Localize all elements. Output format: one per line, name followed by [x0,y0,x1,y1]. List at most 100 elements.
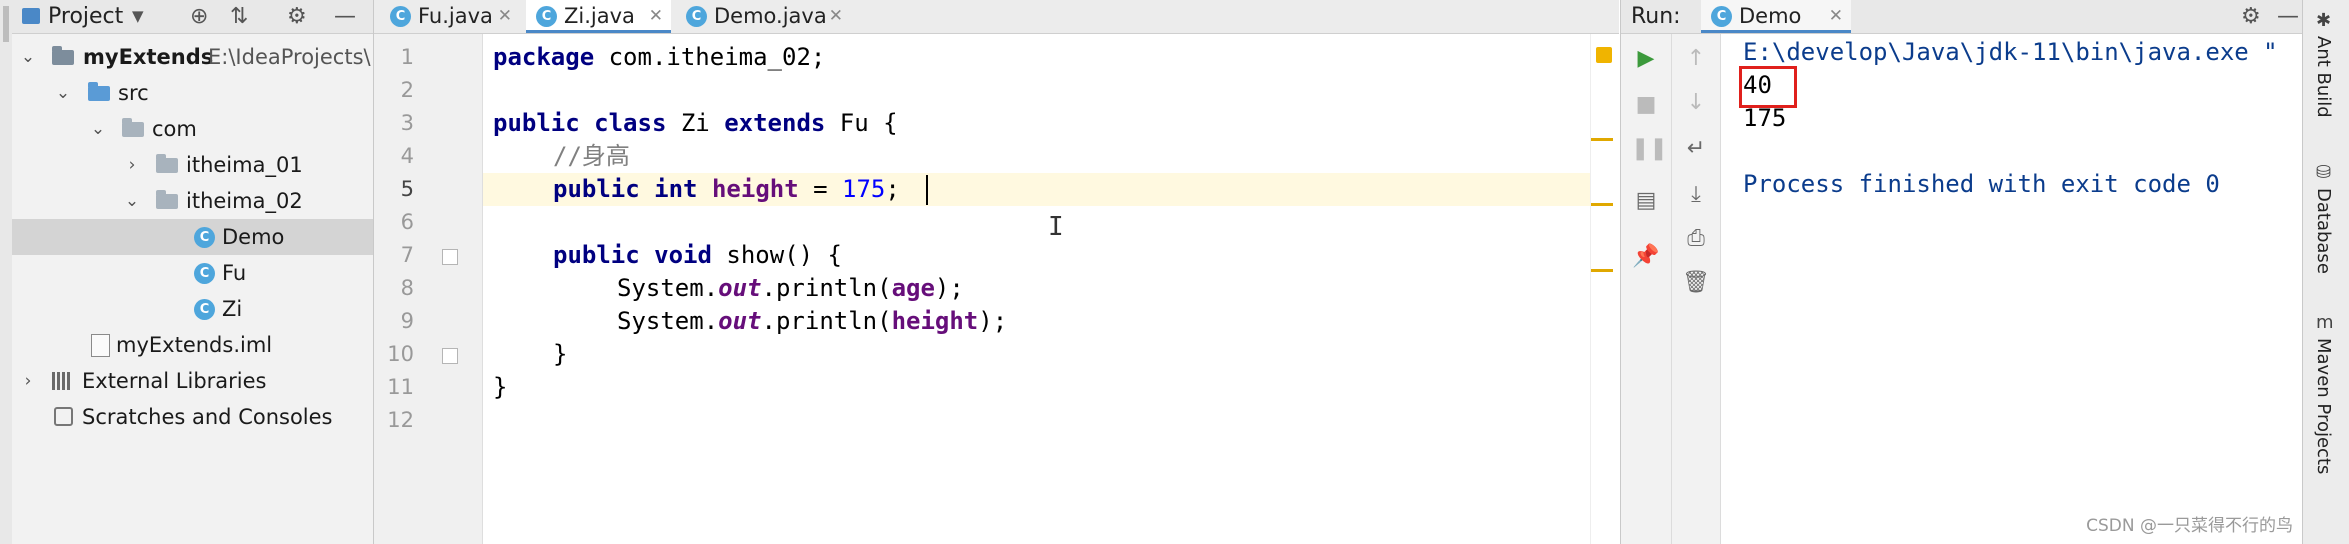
tree-label: itheima_02 [186,189,303,213]
keyword: class [594,109,667,137]
code-text: ; [885,175,900,203]
chevron-right-icon[interactable]: › [20,363,36,399]
tree-node-iml[interactable]: myExtends.iml [12,327,373,363]
run-toolbar-primary: ▶ ■ ❚❚ ▤ 📌 [1621,34,1672,544]
keyword: void [654,241,712,269]
tree-node-myextends[interactable]: ⌄ myExtends E:\IdeaProjects\ [12,39,373,75]
chevron-down-icon[interactable]: ⌄ [20,39,36,75]
run-label: Run: [1631,4,1681,29]
tab-label: Fu.java [418,4,493,28]
code-text: System. [617,274,719,302]
line-number: 2 [400,78,414,102]
tree-label: External Libraries [82,369,267,393]
runnable-class-icon: C [194,227,215,248]
close-icon[interactable]: ✕ [649,0,663,33]
tool-tab-label: Ant Build [2313,36,2334,118]
pause-icon[interactable]: ❚❚ [1631,134,1668,164]
right-tool-strip: ✱ Ant Build ⛁ Database m Maven Projects [2302,0,2349,544]
code-line-7: public void show() { [553,239,842,272]
code-line-4: //身高 [553,140,630,173]
runnable-class-icon: C [1711,6,1732,27]
tab-demo-java[interactable]: C Demo.java ✕ [676,0,851,33]
minimize-icon[interactable]: — [2277,0,2299,33]
warning-mark[interactable] [1591,138,1613,141]
chevron-down-icon[interactable]: ⌄ [55,75,71,111]
fold-marker-icon[interactable] [442,249,458,265]
code-text: ); [978,307,1008,335]
close-icon[interactable]: ✕ [829,0,843,33]
tree-node-demo[interactable]: C Demo [12,219,373,255]
tab-fu-java[interactable]: C Fu.java ✕ [380,0,520,33]
run-tab-demo[interactable]: C Demo ✕ [1701,0,1851,33]
scroll-to-end-icon[interactable]: ⤓ [1681,180,1711,210]
chevron-right-icon[interactable]: › [124,147,140,183]
tab-zi-java[interactable]: C Zi.java ✕ [526,0,671,33]
line-number: 9 [400,309,414,333]
chevron-down-icon[interactable]: ⌄ [124,183,140,219]
class-icon: C [194,263,215,284]
code-editor[interactable]: package com.itheima_02; public class Zi … [483,34,1619,544]
static-field: out [718,274,762,302]
warning-icon[interactable] [1596,47,1612,63]
number-literal: 175 [842,175,886,203]
fold-marker-icon[interactable] [442,348,458,364]
tool-strip-marker [3,6,9,42]
code-line-9: System.out.println(height); [617,305,1007,338]
line-number: 8 [400,276,414,300]
tree-label: Fu [222,261,247,285]
tree-node-zi[interactable]: C Zi [12,291,373,327]
tool-tab-maven[interactable]: m Maven Projects [2303,310,2349,490]
close-icon[interactable]: ✕ [1829,0,1843,33]
close-icon[interactable]: ✕ [498,0,512,33]
class-icon: C [194,299,215,320]
print-icon[interactable]: ⎙ [1681,224,1711,254]
keyword: int [654,175,698,203]
database-icon: ⛁ [2316,162,2332,183]
warning-mark[interactable] [1591,269,1613,272]
tree-node-fu[interactable]: C Fu [12,255,373,291]
rerun-icon[interactable]: ▶ [1631,44,1661,74]
soft-wrap-icon[interactable]: ↵ [1681,134,1711,164]
tree-label: itheima_01 [186,153,303,177]
code-text: .println( [761,307,892,335]
package-icon [156,190,178,209]
tree-node-com[interactable]: ⌄ com [12,111,373,147]
gear-icon[interactable]: ⚙ [2241,0,2261,33]
comment: //身高 [553,142,630,170]
chevron-down-icon[interactable]: ▼ [132,0,144,33]
pin-icon[interactable]: 📌 [1631,242,1661,272]
line-number: 1 [400,45,414,69]
trash-icon[interactable]: 🗑 [1681,268,1711,298]
package-icon [156,154,178,173]
tree-node-external-libraries[interactable]: › External Libraries [12,363,373,399]
gear-icon[interactable]: ⚙ [287,0,307,33]
layout-icon[interactable]: ▤ [1631,186,1661,216]
tool-tab-ant-build[interactable]: ✱ Ant Build [2303,6,2349,156]
keyword: extends [724,109,826,137]
minimize-icon[interactable]: — [334,0,356,33]
tree-node-itheima-02[interactable]: ⌄ itheima_02 [12,183,373,219]
project-title[interactable]: Project [48,0,123,33]
tree-node-itheima-01[interactable]: › itheima_01 [12,147,373,183]
tree-node-scratches[interactable]: Scratches and Consoles [12,399,373,435]
line-number: 12 [387,408,414,432]
target-icon[interactable]: ⊕ [190,0,208,33]
line-number: 4 [400,144,414,168]
arrow-up-icon[interactable]: ↑ [1681,44,1711,74]
keyword: package [493,43,595,71]
field-name: age [891,274,935,302]
tree-label: src [118,81,149,105]
error-stripe [1590,34,1620,544]
code-text: show() { [711,241,842,269]
iml-file-icon [91,334,110,357]
static-field: out [718,307,762,335]
arrow-down-icon[interactable]: ↓ [1681,88,1711,118]
stop-icon[interactable]: ■ [1631,90,1661,120]
tree-node-src[interactable]: ⌄ src [12,75,373,111]
tool-tab-database[interactable]: ⛁ Database [2303,160,2349,290]
collapse-all-icon[interactable]: ⇅ [230,0,248,33]
warning-mark[interactable] [1591,203,1613,206]
maven-icon: m [2316,312,2334,333]
code-text: ); [934,274,964,302]
chevron-down-icon[interactable]: ⌄ [90,111,106,147]
